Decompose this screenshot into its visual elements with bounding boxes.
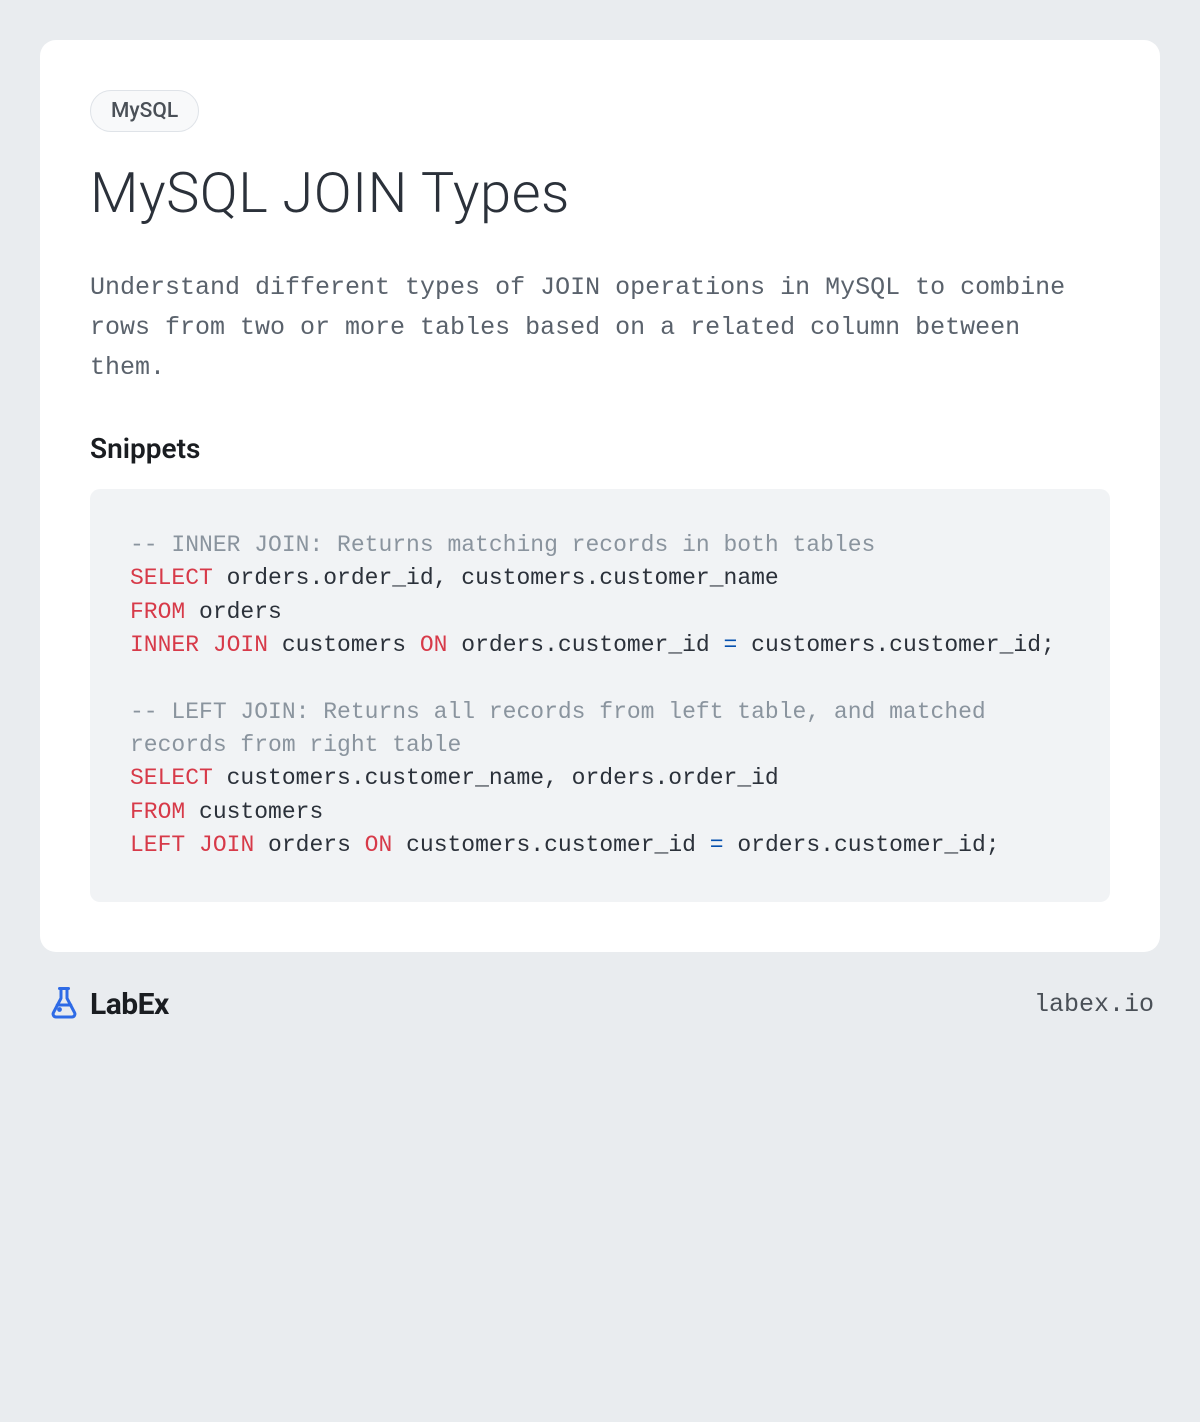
code-snippet: -- INNER JOIN: Returns matching records … [90, 489, 1110, 902]
category-tag: MySQL [90, 90, 199, 132]
snippets-heading: Snippets [90, 432, 1110, 465]
flask-icon [46, 984, 82, 1024]
page-title: MySQL JOIN Types [90, 160, 1110, 226]
footer: LabEx labex.io [40, 984, 1160, 1024]
brand-name: LabEx [90, 987, 169, 1022]
page-description: Understand different types of JOIN opera… [90, 268, 1110, 388]
brand-logo: LabEx [46, 984, 169, 1024]
site-url: labex.io [1034, 990, 1154, 1019]
content-card: MySQL MySQL JOIN Types Understand differ… [40, 40, 1160, 952]
